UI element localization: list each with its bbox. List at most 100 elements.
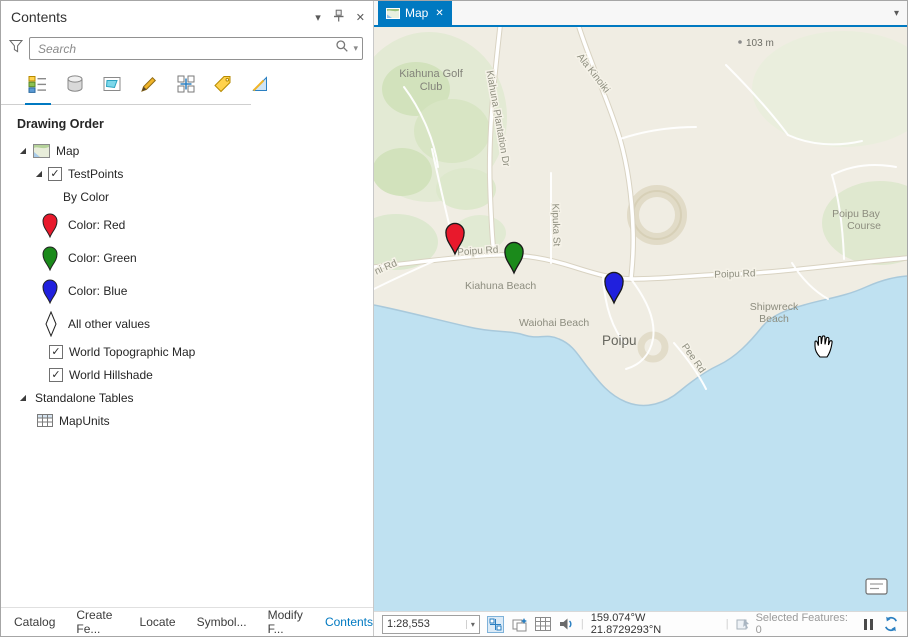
- legend-item-other: All other values: [1, 307, 373, 340]
- list-by-selection-icon[interactable]: [99, 72, 125, 105]
- close-icon[interactable]: ✕: [356, 11, 365, 24]
- tree-item-label[interactable]: Map: [56, 144, 79, 158]
- pin-symbol-green[interactable]: [41, 244, 59, 272]
- expander-icon[interactable]: ◢: [17, 393, 29, 403]
- tree-item-label[interactable]: By Color: [63, 190, 109, 204]
- tree-item-label[interactable]: MapUnits: [59, 414, 110, 428]
- status-separator: |: [725, 618, 729, 630]
- search-input[interactable]: [30, 38, 362, 59]
- waiohai-beach-label: Waiohai Beach: [519, 317, 589, 329]
- dynamic-constraints-icon[interactable]: [511, 616, 528, 633]
- bay-course-label-line2: Course: [847, 220, 881, 232]
- expander-icon[interactable]: ◢: [17, 146, 29, 156]
- view-tab-strip: Map ✕ ▾: [374, 1, 907, 27]
- contents-toolbar: [1, 66, 267, 105]
- map-view-panel: Map ✕ ▾ 103 m Kiahuna Golf Club Kiahuna …: [373, 1, 907, 636]
- tree-item-label[interactable]: World Hillshade: [69, 368, 153, 382]
- shipwreck-label-line1: Shipwreck: [750, 301, 799, 313]
- tree-item-label[interactable]: Standalone Tables: [35, 391, 134, 405]
- tab-symbology[interactable]: Symbol...: [197, 615, 247, 629]
- panel-title: Contents: [11, 9, 68, 25]
- tree-item-hillshade[interactable]: ✓ World Hillshade: [1, 363, 373, 386]
- shipwreck-label-line2: Beach: [759, 313, 789, 325]
- tree-item-standalone-tables[interactable]: ◢ Standalone Tables: [1, 386, 373, 409]
- legend-item-green: Color: Green: [1, 241, 373, 274]
- pin-symbol-red[interactable]: [41, 211, 59, 239]
- elevation-label: 103 m: [746, 38, 774, 49]
- tree-item-map[interactable]: ◢ Map: [1, 139, 373, 162]
- pause-drawing-icon[interactable]: [864, 618, 873, 630]
- refresh-icon[interactable]: [883, 616, 899, 632]
- selected-features-label: Selected Features: 0: [755, 612, 848, 636]
- tree-item-topographic[interactable]: ✓ World Topographic Map: [1, 340, 373, 363]
- pin-icon[interactable]: [331, 9, 346, 26]
- legend-label[interactable]: Color: Blue: [68, 284, 127, 298]
- golf-club-label-line2: Club: [420, 81, 443, 93]
- tab-contents[interactable]: Contents: [325, 615, 373, 629]
- list-by-data-source-icon[interactable]: [62, 72, 88, 105]
- testpoints-checkbox[interactable]: ✓: [48, 166, 62, 181]
- coordinates-readout: 159.074°W 21.8729293°N: [590, 612, 662, 636]
- map-tab-icon: [386, 7, 400, 19]
- poipu-rd-label-2: Poipu Rd: [714, 268, 755, 280]
- hillshade-checkbox[interactable]: ✓: [49, 367, 63, 382]
- list-by-drawing-order-icon[interactable]: [25, 72, 51, 105]
- scale-selector[interactable]: 1:28,553 ▾: [382, 614, 480, 634]
- map-canvas[interactable]: 103 m Kiahuna Golf Club Kiahuna Beach Wa…: [374, 27, 907, 611]
- search-icon[interactable]: [335, 39, 349, 58]
- contents-panel-header: Contents ▾ ✕: [1, 1, 373, 33]
- legend-item-blue: Color: Blue: [1, 274, 373, 307]
- tree-item-label[interactable]: TestPoints: [68, 167, 123, 181]
- tree-item-testpoints[interactable]: ◢ ✓ TestPoints: [1, 162, 373, 185]
- tab-create-features[interactable]: Create Fe...: [76, 608, 118, 636]
- map-area: 103 m Kiahuna Golf Club Kiahuna Beach Wa…: [374, 27, 907, 611]
- map-note-icon[interactable]: [865, 578, 888, 595]
- drawing-order-heading: Drawing Order: [17, 117, 104, 131]
- scale-caret-icon[interactable]: ▾: [465, 619, 475, 629]
- map-view-tab[interactable]: Map ✕: [378, 1, 452, 25]
- legend-label[interactable]: Color: Red: [68, 218, 125, 232]
- tree-item-by-color[interactable]: By Color: [1, 185, 373, 208]
- tab-list-caret-icon[interactable]: ▾: [894, 8, 899, 19]
- list-by-charts-icon[interactable]: [247, 72, 273, 105]
- layers-tree: ◢ Map ◢ ✓ TestPoints By Color Color: Red: [1, 139, 373, 607]
- table-icon: [37, 414, 53, 427]
- list-by-snapping-icon[interactable]: [173, 72, 199, 105]
- poipu-label: Poipu: [602, 333, 637, 348]
- diamond-symbol[interactable]: [45, 310, 57, 337]
- search-row: ▾: [1, 33, 373, 66]
- topographic-checkbox[interactable]: ✓: [49, 344, 63, 359]
- scale-value: 1:28,553: [387, 618, 430, 630]
- selected-features-icon: [736, 617, 751, 631]
- tab-locate[interactable]: Locate: [140, 615, 176, 629]
- bay-course-label-line1: Poipu Bay: [832, 208, 881, 220]
- selected-features: Selected Features: 0: [736, 612, 857, 636]
- list-by-labeling-icon[interactable]: [210, 72, 236, 105]
- kipuka-st-label: Kipuka St: [549, 203, 561, 246]
- filter-icon[interactable]: [8, 39, 24, 58]
- dock-tabs: Catalog Create Fe... Locate Symbol... Mo…: [1, 607, 373, 636]
- expander-icon[interactable]: ◢: [33, 169, 45, 179]
- tree-item-mapunits[interactable]: MapUnits: [1, 409, 373, 432]
- panel-menu-caret-icon[interactable]: ▾: [315, 11, 321, 24]
- legend-label[interactable]: All other values: [68, 317, 150, 331]
- legend-item-red: Color: Red: [1, 208, 373, 241]
- snapping-icon[interactable]: [486, 615, 504, 633]
- speaker-icon[interactable]: [558, 616, 574, 632]
- search-box: ▾: [29, 37, 363, 60]
- kiahuna-beach-label: Kiahuna Beach: [465, 280, 536, 292]
- list-by-editing-icon[interactable]: [136, 72, 162, 105]
- legend-label[interactable]: Color: Green: [68, 251, 137, 265]
- status-separator: |: [580, 618, 584, 630]
- pin-symbol-blue[interactable]: [41, 277, 59, 305]
- map-status-bar: 1:28,553 ▾ | 159.074°W 21.8729293°N | Se…: [374, 611, 907, 636]
- contents-panel: Contents ▾ ✕ ▾: [1, 1, 373, 636]
- tree-item-label[interactable]: World Topographic Map: [69, 345, 195, 359]
- map-thumbnail-icon: [33, 143, 50, 158]
- tab-catalog[interactable]: Catalog: [14, 615, 55, 629]
- close-tab-icon[interactable]: ✕: [435, 8, 443, 19]
- search-options-caret-icon[interactable]: ▾: [353, 43, 358, 54]
- tab-modify-features[interactable]: Modify F...: [268, 608, 304, 636]
- attribute-table-icon[interactable]: [534, 617, 551, 631]
- golf-club-label-line1: Kiahuna Golf: [399, 68, 464, 80]
